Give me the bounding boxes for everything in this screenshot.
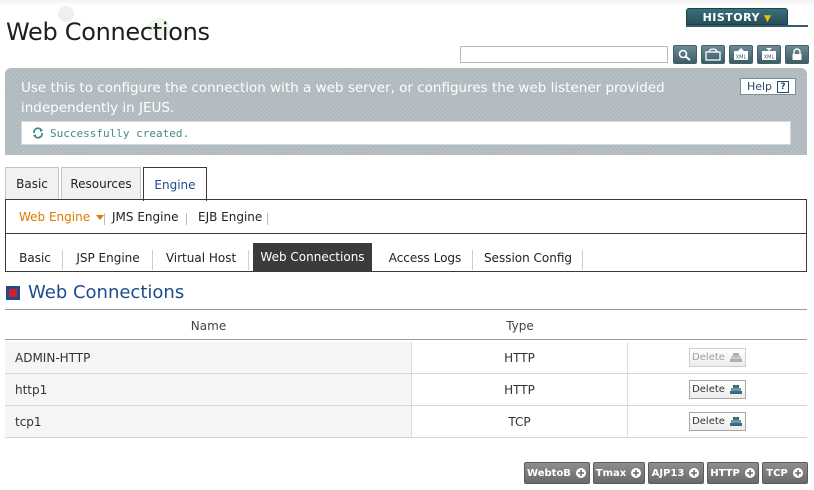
divider <box>582 250 583 270</box>
divider <box>152 250 153 270</box>
delete-button[interactable]: Delete <box>689 412 746 431</box>
help-label: Help <box>746 80 773 93</box>
refresh-button[interactable] <box>701 45 725 64</box>
divider <box>248 250 249 270</box>
search-input[interactable] <box>460 46 668 63</box>
add-plus-icon <box>744 468 755 478</box>
lock-button[interactable] <box>785 45 809 64</box>
add-tcp-button[interactable]: TCP <box>762 462 808 484</box>
tab-resources[interactable]: Resources <box>61 167 141 200</box>
section-square-icon <box>6 286 20 300</box>
divider <box>186 213 187 225</box>
column-header-type: Type <box>506 318 534 333</box>
status-message: Successfully created. <box>50 126 190 140</box>
add-plus-icon <box>792 468 803 478</box>
xml-export-icon: XML <box>734 48 748 61</box>
svg-text:XML: XML <box>736 55 747 61</box>
add-plus-icon <box>689 468 700 478</box>
divider <box>62 250 63 270</box>
cell-type: HTTP <box>412 374 628 405</box>
history-button[interactable]: HISTORY ▼ <box>686 8 788 25</box>
column-header-name: Name <box>190 318 227 333</box>
page-title: Web Connections <box>6 18 210 46</box>
divider <box>104 213 105 225</box>
status-message-box: Successfully created. <box>21 121 791 145</box>
delete-button: Delete <box>689 348 746 367</box>
add-plus-icon <box>575 468 586 478</box>
info-banner: Use this to configure the connection wit… <box>5 68 807 155</box>
add-tmax-button[interactable]: Tmax <box>593 462 645 484</box>
cell-name: http1 <box>5 374 412 405</box>
cell-type: TCP <box>412 406 628 437</box>
table-header: Name Type <box>5 309 807 340</box>
divider <box>267 213 268 225</box>
question-icon: ? <box>777 80 790 93</box>
xml-import-button[interactable]: XML <box>757 45 781 64</box>
divider <box>472 250 473 270</box>
section-title: Web Connections <box>28 282 185 303</box>
tab-ejb-engine[interactable]: EJB Engine <box>198 210 262 224</box>
tab-virtual-host[interactable]: Virtual Host <box>158 244 244 271</box>
delete-button[interactable]: Delete <box>689 380 746 399</box>
svg-text:XML: XML <box>764 55 775 61</box>
xml-import-icon: XML <box>762 48 776 61</box>
tab-web-engine[interactable]: Web Engine <box>19 210 105 224</box>
tab-basic[interactable]: Basic <box>5 167 59 200</box>
history-underline <box>686 25 808 27</box>
cell-type: HTTP <box>412 342 628 373</box>
tab-jsp-engine[interactable]: JSP Engine <box>68 244 148 271</box>
help-button[interactable]: Help ? <box>740 78 796 95</box>
add-ajp13-button[interactable]: AJP13 <box>648 462 704 484</box>
stack-icon <box>729 353 742 362</box>
banner-description: Use this to configure the connection wit… <box>21 80 665 116</box>
tab-engine[interactable]: Engine <box>143 167 207 201</box>
tab-access-logs[interactable]: Access Logs <box>382 244 468 271</box>
cell-action: Delete <box>628 374 807 405</box>
top-strip <box>0 0 814 6</box>
stack-icon <box>729 385 742 394</box>
caret-down-icon: ▼ <box>764 14 772 24</box>
cell-name: tcp1 <box>5 406 412 437</box>
add-webtob-button[interactable]: WebtoB <box>524 462 590 484</box>
xml-export-button[interactable]: XML <box>729 45 753 64</box>
tab-session-config[interactable]: Session Config <box>478 244 578 271</box>
table-row: ADMIN-HTTP HTTP Delete <box>5 342 807 374</box>
tab-web-basic[interactable]: Basic <box>12 244 58 271</box>
add-plus-icon <box>631 468 642 478</box>
search-icon <box>678 49 691 61</box>
stack-icon <box>729 417 742 426</box>
search-button[interactable] <box>673 45 697 64</box>
cell-name: ADMIN-HTTP <box>5 342 412 373</box>
cell-action: Delete <box>628 406 807 437</box>
refresh-icon <box>705 48 721 61</box>
tab-web-connections[interactable]: Web Connections <box>253 243 372 271</box>
dropdown-arrow-icon <box>96 214 105 220</box>
lock-icon <box>792 48 802 60</box>
table-row: tcp1 TCP Delete <box>5 406 807 438</box>
history-label: HISTORY <box>702 11 760 24</box>
table-row: http1 HTTP Delete <box>5 374 807 406</box>
refresh-status-icon <box>33 127 43 139</box>
cell-action: Delete <box>628 342 807 373</box>
tab-jms-engine[interactable]: JMS Engine <box>112 210 178 224</box>
add-http-button[interactable]: HTTP <box>707 462 759 484</box>
